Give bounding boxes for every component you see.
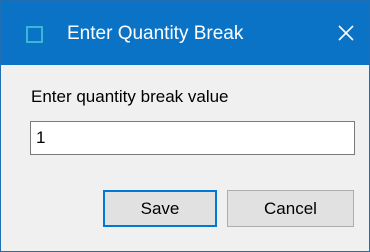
save-button[interactable]: Save [103,190,217,227]
quantity-break-input[interactable] [30,121,355,155]
quantity-break-dialog: Enter Quantity Break Enter quantity brea… [0,0,370,252]
quantity-prompt-label: Enter quantity break value [31,87,229,106]
dialog-body: Enter quantity break value Save Cancel [1,65,369,251]
close-icon [338,25,354,41]
window-icon [26,26,43,43]
cancel-button[interactable]: Cancel [227,190,354,227]
close-button[interactable] [323,1,369,65]
title-bar[interactable]: Enter Quantity Break [1,1,369,65]
dialog-title: Enter Quantity Break [67,23,244,44]
